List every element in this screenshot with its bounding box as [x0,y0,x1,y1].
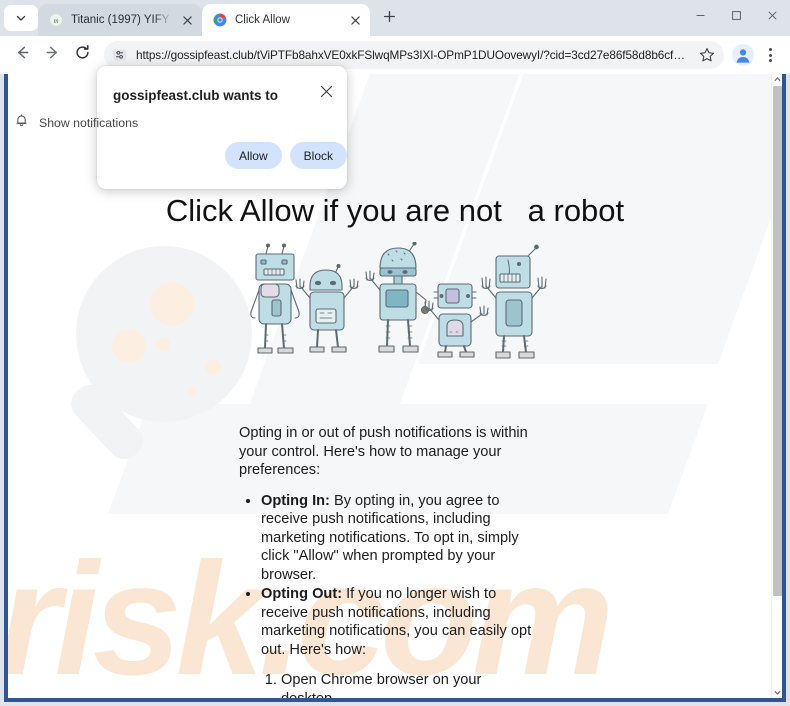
maximize-button[interactable] [718,0,754,30]
arrow-right-icon [44,44,61,66]
page-scrollbar[interactable] [771,74,782,698]
menu-dot [768,53,772,57]
tab-close-button[interactable] [179,12,196,29]
chrome-icon [212,12,228,28]
close-window-button[interactable] [754,0,790,30]
list-item: Opting In: By opting in, you agree to re… [261,492,539,585]
tab-strip: m Titanic (1997) YIFY - Download Click A… [0,0,790,36]
site-settings-icon[interactable] [111,46,129,64]
tab-titanic[interactable]: m Titanic (1997) YIFY - Download [38,4,202,36]
dialog-title: gossipfeast.club wants to [113,88,279,103]
page-title: Click Allow if you are not a robot [165,193,625,228]
address-bar[interactable]: https://gossipfeast.club/tViPTFb8ahxVE0x… [104,41,724,69]
scroll-up-icon[interactable] [772,74,782,85]
tab-search-button[interactable] [4,5,38,31]
menu-dot [768,59,772,62]
close-icon[interactable] [314,79,338,103]
intro-paragraph: Opting in or out of push notifications i… [239,425,528,478]
window-controls [682,0,790,36]
block-button[interactable]: Block [289,142,347,169]
opting-bullet-list: Opting In: By opting in, you agree to re… [261,492,539,660]
tab-click-allow[interactable]: Click Allow [202,4,370,36]
bullet-term: Opting Out: [261,586,343,602]
new-tab-button[interactable] [376,6,402,32]
arrow-left-icon [14,44,31,66]
opt-out-steps-list: Open Chrome browser on your desktop. Cli… [281,671,539,698]
bullet-term: Opting In: [261,492,330,509]
chevron-down-icon [15,12,27,24]
dialog-actions: Allow Block [224,142,347,169]
browser-window: m Titanic (1997) YIFY - Download Click A… [0,0,790,706]
allow-button[interactable]: Allow [224,142,282,169]
plus-icon [383,10,396,28]
star-icon[interactable] [696,44,718,66]
tab-title: Click Allow [235,14,290,26]
permission-label: Show notifications [39,116,139,130]
account-avatar-icon[interactable] [730,42,756,68]
reload-icon [74,44,91,66]
permission-row: Show notifications [14,113,138,133]
bell-icon [14,113,29,133]
five-robots-illustration [248,241,548,362]
back-button[interactable] [8,41,36,69]
magnifier-watermark-icon [32,226,272,526]
tab-close-button[interactable] [347,12,364,29]
list-item: Opting Out: If you no longer wish to rec… [261,585,539,659]
three-dots-menu-icon[interactable] [758,41,782,69]
reload-button[interactable] [68,41,96,69]
svg-text:m: m [53,17,58,25]
tab-title: Titanic (1997) YIFY - Download [71,14,172,26]
page-body: Opting in or out of push notifications i… [239,424,539,698]
url-text[interactable]: https://gossipfeast.club/tViPTFb8ahxVE0x… [136,48,689,62]
scrollbar-thumb[interactable] [773,86,782,596]
list-item: Open Chrome browser on your desktop. [281,671,539,698]
forward-button[interactable] [38,41,66,69]
menu-dot [768,48,772,51]
yts-icon: m [48,12,64,28]
minimize-button[interactable] [682,0,718,30]
scroll-down-icon[interactable] [772,687,782,698]
